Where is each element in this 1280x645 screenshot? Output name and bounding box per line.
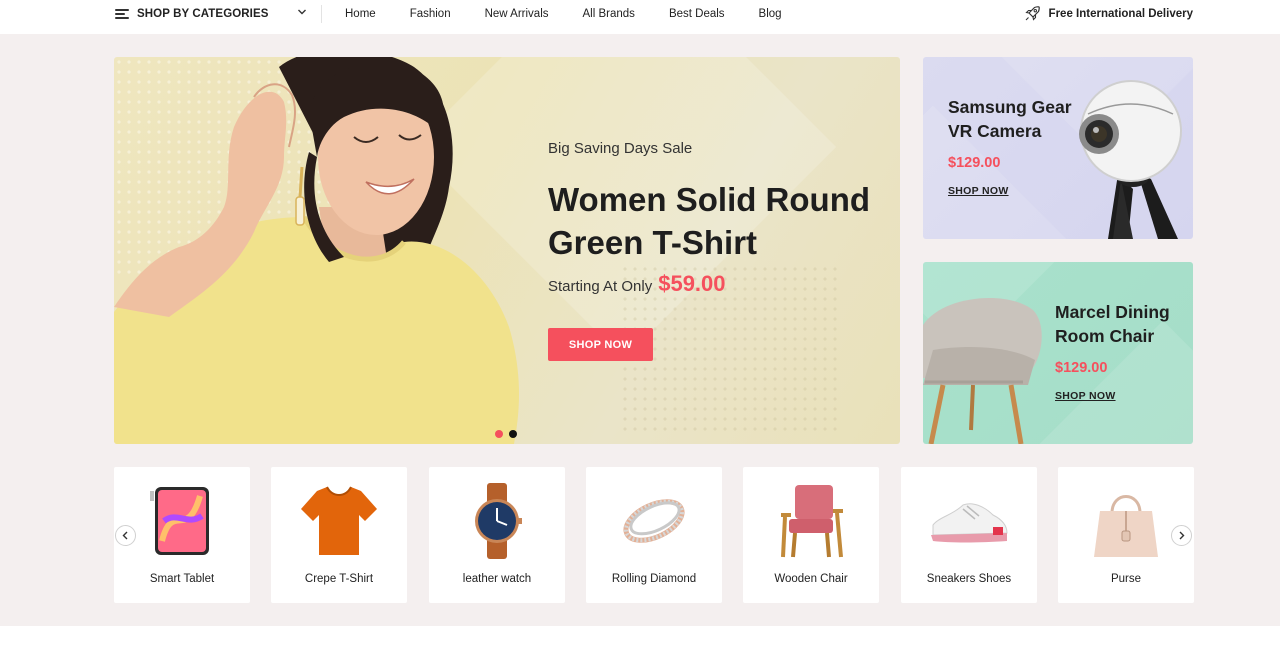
hero-eyebrow: Big Saving Days Sale	[548, 140, 693, 157]
hero-price-line: Starting At Only $59.00	[548, 271, 726, 297]
nav-divider	[321, 5, 322, 23]
category-card-crepe-tshirt[interactable]: Crepe T-Shirt	[271, 467, 407, 603]
delivery-label: Free International Delivery	[1048, 7, 1193, 20]
watch-icon	[475, 483, 522, 559]
hero-model-image	[114, 57, 519, 444]
handbag-icon	[1094, 495, 1158, 557]
vr-camera-image	[1079, 80, 1182, 239]
hero-shop-now-button[interactable]: SHOP NOW	[548, 328, 653, 361]
hero-price: $59.00	[658, 271, 726, 296]
nav-link-new-arrivals[interactable]: New Arrivals	[485, 8, 549, 20]
sneaker-icon	[931, 503, 1008, 543]
carousel-prev-button[interactable]	[115, 525, 136, 546]
carousel-next-button[interactable]	[1171, 525, 1192, 546]
rocket-icon	[1024, 6, 1040, 21]
armchair-icon	[781, 485, 843, 558]
nav-link-best-deals[interactable]: Best Deals	[669, 8, 725, 20]
hero-slider[interactable]: Big Saving Days Sale Women Solid Round G…	[114, 57, 900, 444]
chevron-down-icon	[298, 9, 306, 15]
category-label: leather watch	[462, 573, 532, 585]
hero-price-prefix: Starting At Only	[548, 278, 653, 295]
banner-vr-camera[interactable]: Samsung Gear VR Camera $129.00 SHOP NOW	[923, 57, 1193, 239]
chevron-left-icon	[122, 531, 128, 540]
categories-label: SHOP BY CATEGORIES	[137, 7, 269, 20]
shop-by-categories-dropdown[interactable]: SHOP BY CATEGORIES	[115, 0, 307, 27]
category-label: Wooden Chair	[774, 573, 848, 585]
hero-title: Women Solid Round Green T-Shirt	[548, 181, 871, 261]
tablet-icon	[150, 487, 209, 555]
tshirt-icon	[301, 486, 377, 555]
category-card-rolling-diamond[interactable]: Rolling Diamond	[586, 467, 722, 603]
category-label: Purse	[1110, 573, 1142, 585]
banner-vr-price: $129.00	[948, 155, 1001, 171]
banner-dining-chair[interactable]: Marcel Dining Room Chair $129.00 SHOP NO…	[923, 262, 1193, 444]
nav-link-blog[interactable]: Blog	[759, 8, 782, 20]
main-menu: Home Fashion New Arrivals All Brands Bes…	[345, 0, 816, 27]
slider-dot-2[interactable]	[509, 430, 517, 438]
category-label: Smart Tablet	[149, 573, 215, 585]
category-label: Rolling Diamond	[611, 573, 697, 585]
top-navigation: SHOP BY CATEGORIES Home Fashion New Arri…	[0, 0, 1280, 34]
chevron-right-icon	[1179, 531, 1185, 540]
slider-dot-1[interactable]	[495, 430, 503, 438]
delivery-info: Free International Delivery	[1024, 0, 1193, 27]
category-card-leather-watch[interactable]: leather watch	[429, 467, 565, 603]
category-label: Crepe T-Shirt	[304, 573, 374, 585]
category-label: Sneakers Shoes	[926, 573, 1012, 585]
category-card-wooden-chair[interactable]: Wooden Chair	[743, 467, 879, 603]
banner-chair-title: Marcel Dining Room Chair	[1055, 302, 1170, 346]
nav-link-fashion[interactable]: Fashion	[410, 8, 451, 20]
banner-chair-shop-now-link[interactable]: SHOP NOW	[1055, 390, 1116, 402]
menu-icon	[115, 8, 129, 19]
ring-icon	[623, 499, 685, 543]
banner-vr-shop-now-link[interactable]: SHOP NOW	[948, 185, 1009, 197]
category-card-sneakers-shoes[interactable]: Sneakers Shoes	[901, 467, 1037, 603]
nav-link-all-brands[interactable]: All Brands	[583, 8, 635, 20]
category-carousel: Smart Tablet Crepe T-Shirt leather watch…	[114, 467, 1194, 603]
banner-chair-price: $129.00	[1055, 360, 1108, 376]
nav-link-home[interactable]: Home	[345, 8, 376, 20]
dining-chair-image	[923, 298, 1042, 444]
